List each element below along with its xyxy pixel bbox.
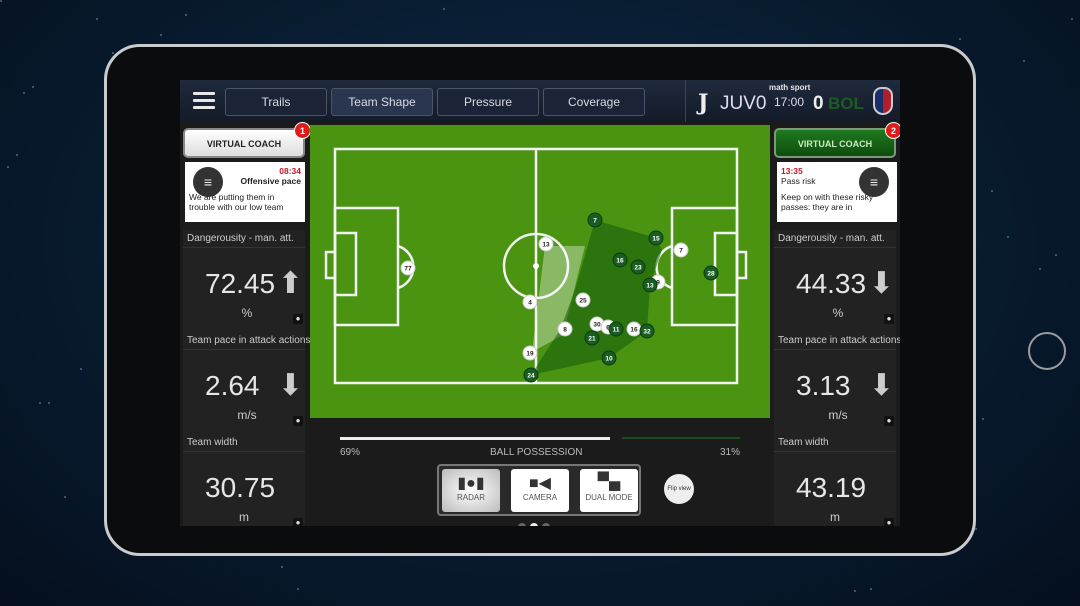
home-player-number: 77 [404,266,412,273]
away-player-number: 10 [605,356,613,363]
away-player-number: 13 [646,283,654,290]
away-player-number: 21 [588,336,596,343]
home-player-number: 7 [679,248,683,255]
away-player-number: 28 [707,271,715,278]
away-player-number: 7 [593,218,597,225]
away-player-number: 32 [643,329,651,336]
center-spot [533,263,539,269]
right-penalty-box [670,206,739,327]
away-player-number: 11 [613,327,620,334]
away-player-number: 15 [652,236,660,243]
away-player-number: 23 [634,265,642,272]
right-goal [735,250,748,280]
home-player-number: 4 [528,300,532,307]
home-player-number: 25 [579,298,587,305]
home-player-number: 13 [542,242,550,249]
left-goal-area [333,231,358,297]
away-player-number: 16 [616,258,624,265]
home-player-number: 30 [593,322,601,329]
left-penalty-box [333,206,400,327]
home-player-number: 16 [630,327,638,334]
left-goal [324,250,337,280]
pitch-drawing: 77134 25830 6 16197971516231311 3221102428 [324,147,748,385]
right-goal-area [713,231,739,297]
away-player-number: 24 [527,373,535,380]
home-player-number: 8 [563,327,567,334]
home-player-number: 19 [526,351,534,358]
